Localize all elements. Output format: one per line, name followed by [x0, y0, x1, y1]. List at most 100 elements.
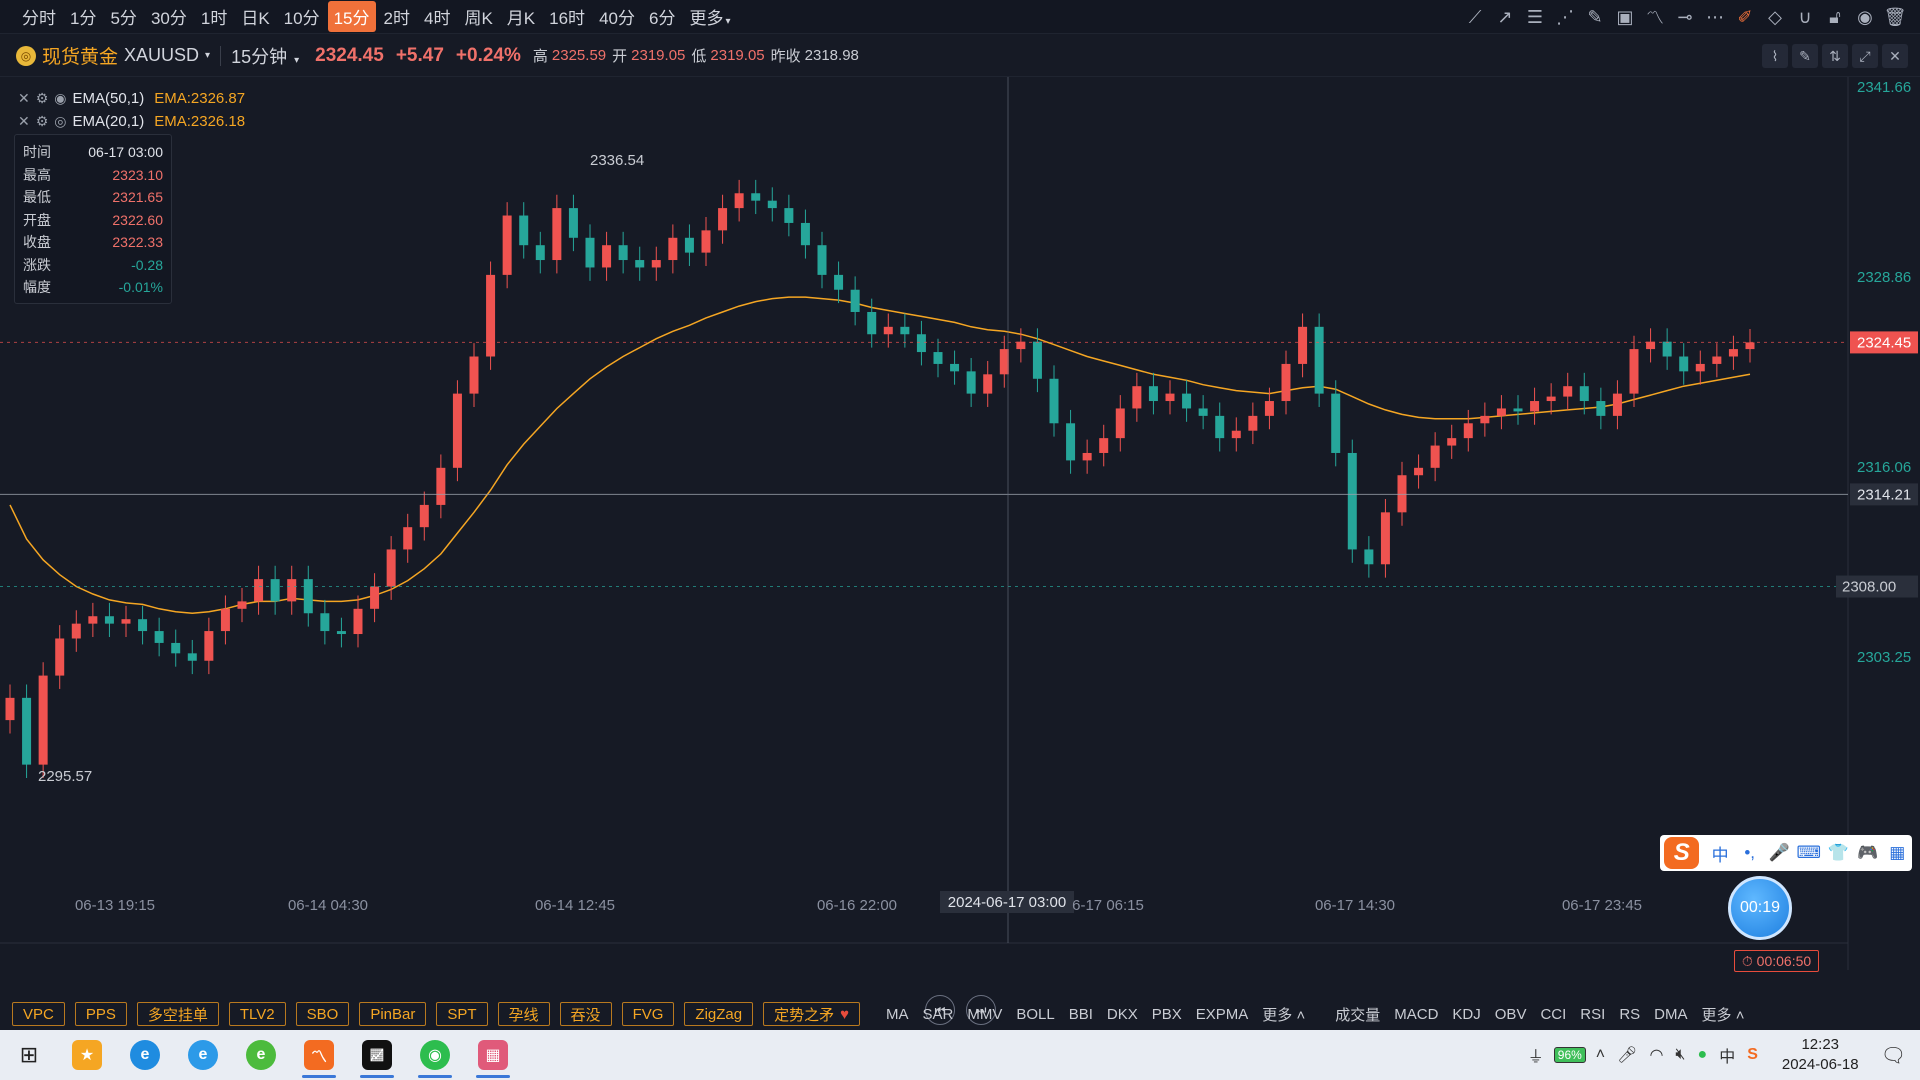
tf-14[interactable]: 6分: [643, 1, 681, 32]
grid-menu-icon[interactable]: ▦: [1883, 843, 1913, 863]
tf-4[interactable]: 1时: [195, 1, 233, 32]
ind-sbo[interactable]: SBO: [295, 1002, 350, 1026]
taskbar-app-favorites[interactable]: ★: [58, 1030, 116, 1080]
tf-1[interactable]: 1分: [64, 1, 102, 32]
sub-ind-more[interactable]: 更多 ˄: [1702, 1004, 1745, 1025]
ind-fvg[interactable]: FVG: [621, 1002, 675, 1026]
tf-3[interactable]: 30分: [145, 1, 193, 32]
ind-spear[interactable]: 定势之矛 ♥: [763, 1002, 861, 1026]
pattern-icon[interactable]: 〽: [1640, 2, 1670, 32]
note-edit-icon[interactable]: ✐: [1730, 2, 1760, 32]
tf-0[interactable]: 分时: [16, 1, 62, 32]
tf-9[interactable]: 4时: [418, 1, 456, 32]
notification-icon[interactable]: 🗨︎: [1881, 1043, 1906, 1068]
image-icon[interactable]: ▣: [1610, 2, 1640, 32]
more-dots-icon[interactable]: ⋯: [1700, 2, 1730, 32]
main-ind-boll[interactable]: BOLL: [1016, 1006, 1054, 1023]
chevron-up-icon[interactable]: ˄: [1596, 1046, 1605, 1064]
ray-icon[interactable]: ↗: [1490, 2, 1520, 32]
tf-7-active[interactable]: 15分: [327, 1, 376, 32]
main-ind-expma[interactable]: EXPMA: [1196, 1006, 1249, 1023]
taskbar-app-ie[interactable]: e: [174, 1030, 232, 1080]
tf-6[interactable]: 10分: [278, 1, 326, 32]
battery-indicator[interactable]: 96%: [1553, 1047, 1586, 1063]
close-icon[interactable]: ✕: [1882, 44, 1908, 68]
sub-ind-cci[interactable]: CCI: [1540, 1006, 1566, 1023]
tf-5[interactable]: 日K: [235, 1, 275, 32]
game-icon[interactable]: 🎮: [1853, 843, 1883, 863]
main-ind-mmv[interactable]: MMV: [967, 1006, 1002, 1023]
wechat-tray-icon[interactable]: ●: [1698, 1046, 1708, 1064]
compare-icon[interactable]: ⇅: [1822, 44, 1848, 68]
edit-icon[interactable]: ✎: [1792, 44, 1818, 68]
ind-zigzag[interactable]: ZigZag: [684, 1002, 754, 1026]
taskbar-app-paint[interactable]: ▦: [464, 1030, 522, 1080]
sub-ind-rs[interactable]: RS: [1619, 1006, 1640, 1023]
expand-icon[interactable]: ⤢: [1852, 44, 1878, 68]
eye-icon[interactable]: ◉: [1850, 2, 1880, 32]
taskbar-app-browser[interactable]: e: [232, 1030, 290, 1080]
magnet-icon[interactable]: ∪: [1790, 2, 1820, 32]
ind-orders[interactable]: 多空挂单: [136, 1002, 219, 1026]
trend-line-icon[interactable]: ⟋: [1460, 2, 1490, 32]
main-ind-ma[interactable]: MA: [886, 1006, 909, 1023]
symbol-name[interactable]: 现货黄金: [42, 42, 118, 69]
gear-icon[interactable]: ⚙: [36, 90, 49, 107]
main-ind-pbx[interactable]: PBX: [1152, 1006, 1182, 1023]
tf-2[interactable]: 5分: [104, 1, 142, 32]
symbol-code[interactable]: XAUUSD: [124, 45, 199, 66]
ime-tray-icon[interactable]: 中: [1719, 1043, 1735, 1067]
ind-pinbar[interactable]: PinBar: [359, 1002, 427, 1026]
eye-off-icon[interactable]: ◎: [54, 113, 66, 130]
main-ind-bbi[interactable]: BBI: [1069, 1006, 1093, 1023]
gann-fan-icon[interactable]: ⋰: [1550, 2, 1580, 32]
sub-ind-kdj[interactable]: KDJ: [1452, 1006, 1480, 1023]
tf-10[interactable]: 周K: [458, 1, 498, 32]
close-icon[interactable]: ✕: [18, 113, 30, 130]
recording-timer[interactable]: 00:19: [1728, 876, 1792, 940]
close-icon[interactable]: ✕: [18, 90, 30, 107]
symbol-dropdown-icon[interactable]: ▾: [205, 50, 210, 61]
ind-vpc[interactable]: VPC: [12, 1002, 65, 1026]
tf-13[interactable]: 40分: [593, 1, 641, 32]
ind-tlv2[interactable]: TLV2: [228, 1002, 286, 1026]
ime-chinese-mode[interactable]: 中: [1705, 841, 1735, 866]
microphone-icon[interactable]: 🎤︎: [1617, 1045, 1637, 1065]
sub-ind-macd[interactable]: MACD: [1394, 1006, 1438, 1023]
fibonacci-icon[interactable]: ☰: [1520, 2, 1550, 32]
sub-ind-obv[interactable]: OBV: [1495, 1006, 1527, 1023]
ind-spt[interactable]: SPT: [436, 1002, 488, 1026]
start-button[interactable]: ⊞: [0, 1030, 58, 1080]
ime-toolbar[interactable]: S 中 •, 🎤 ⌨ 👕 🎮 ▦: [1660, 835, 1912, 871]
eye-icon[interactable]: ◉: [54, 90, 66, 107]
trash-icon[interactable]: 🗑︎: [1880, 2, 1910, 32]
microphone-icon[interactable]: 🎤: [1764, 843, 1794, 863]
taskbar-app-wechat[interactable]: ◉: [406, 1030, 464, 1080]
main-ind-sar[interactable]: SAR: [923, 1006, 954, 1023]
sub-ind-volume[interactable]: 成交量: [1335, 1004, 1380, 1025]
tf-8[interactable]: 2时: [378, 1, 416, 32]
taskbar-app-edge[interactable]: e: [116, 1030, 174, 1080]
eraser-icon[interactable]: ◇: [1760, 2, 1790, 32]
gear-icon[interactable]: ⚙: [36, 113, 49, 130]
price-chart[interactable]: 2324.45 2314.21 2308.00 2024-06-17 03:00 233…: [0, 77, 1920, 1025]
skin-icon[interactable]: 👕: [1823, 843, 1853, 863]
chart-type-icon[interactable]: ⌇: [1762, 44, 1788, 68]
tf-11[interactable]: 月K: [501, 1, 541, 32]
tf-more[interactable]: 更多 ▾: [683, 1, 736, 32]
period-select[interactable]: 15分钟 ▾: [231, 43, 299, 69]
system-clock[interactable]: 12:23 2024-06-18: [1782, 1035, 1859, 1075]
ind-engulf[interactable]: 吞没: [559, 1002, 612, 1026]
ime-punctuation-icon[interactable]: •,: [1735, 843, 1765, 863]
ind-pps[interactable]: PPS: [74, 1002, 127, 1026]
chart-svg[interactable]: 2324.45 2314.21 2308.00 2024-06-17 03:00 233…: [0, 77, 1920, 970]
sub-ind-rsi[interactable]: RSI: [1580, 1006, 1605, 1023]
main-ind-dkx[interactable]: DKX: [1107, 1006, 1138, 1023]
brush-icon[interactable]: ✎: [1580, 2, 1610, 32]
keyboard-icon[interactable]: ⌨: [1794, 843, 1824, 863]
main-ind-more[interactable]: 更多 ˄: [1262, 1004, 1305, 1025]
taskbar-app-trading[interactable]: 〽: [290, 1030, 348, 1080]
tf-12[interactable]: 16时: [543, 1, 591, 32]
ind-harami[interactable]: 孕线: [497, 1002, 550, 1026]
sogou-tray-icon[interactable]: S: [1747, 1046, 1758, 1064]
